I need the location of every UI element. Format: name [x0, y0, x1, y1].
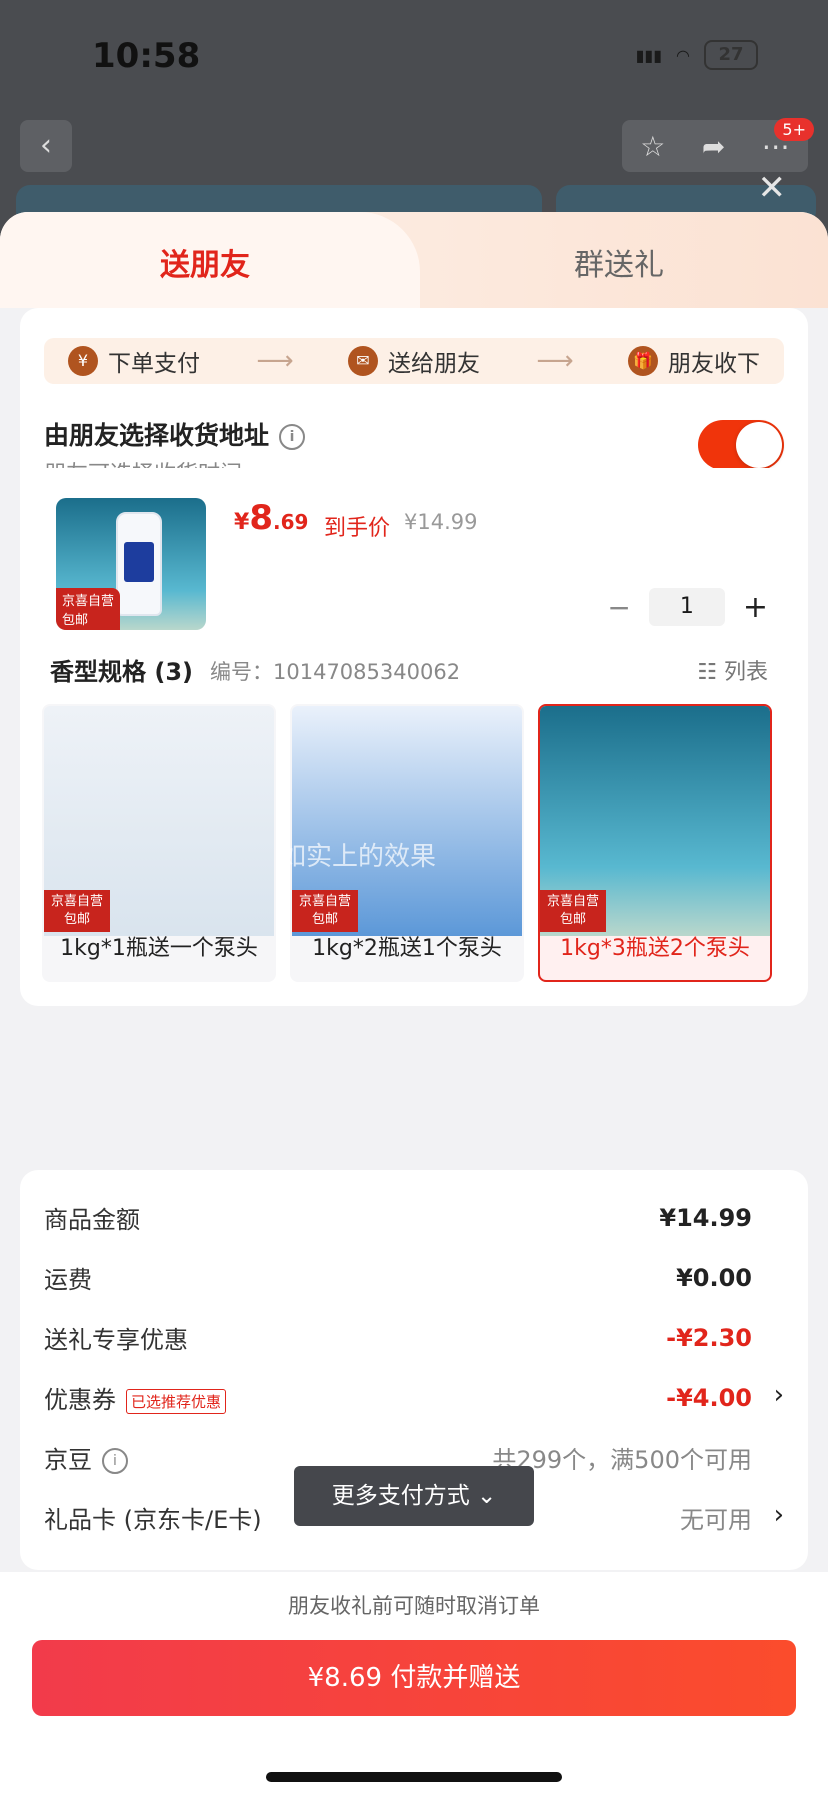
star-icon[interactable]: ☆: [640, 130, 665, 163]
address-title-text: 由朋友选择收货地址: [44, 421, 270, 450]
step-send: ✉ 送给朋友: [348, 344, 480, 378]
tag-text: 京喜自营: [62, 594, 115, 609]
tag-text: 包邮: [62, 613, 89, 628]
step-label: 送给朋友: [388, 351, 480, 377]
gift-sheet: 送朋友 群送礼 ¥ 下单支付 ⟶ ✉ 送给朋友 ⟶ 🎁 朋友收下 由朋友选择收货…: [0, 212, 828, 1795]
coupon-label: 优惠券: [44, 1386, 116, 1414]
tag-text: 京喜自营: [298, 894, 351, 909]
price-decimal: .69: [272, 510, 309, 534]
row-label: 商品金额: [44, 1206, 140, 1234]
bottle-graphic: [116, 512, 162, 616]
back-button[interactable]: ‹: [20, 120, 72, 172]
row-label: 运费: [44, 1266, 92, 1294]
step-label: 下单支付: [108, 351, 200, 377]
arrow-icon: ⟶: [536, 346, 573, 376]
message-badge: 5+: [774, 118, 814, 141]
row-label: 优惠券 已选推荐优惠: [44, 1380, 227, 1415]
signal-icon: ▮▮▮: [635, 45, 663, 65]
list-label: 列表: [723, 660, 768, 685]
tab-group-gift[interactable]: 群送礼: [574, 240, 664, 284]
ship-tag: 京喜自营 包邮: [44, 890, 110, 932]
row-label: 礼品卡 (京东卡/E卡): [44, 1506, 262, 1534]
tab-bar: 送朋友 群送礼: [0, 212, 828, 308]
chevron-left-icon: ‹: [40, 128, 52, 163]
footer-note: 朋友收礼前可随时取消订单: [288, 1594, 540, 1618]
tag-text: 京喜自营: [50, 894, 103, 909]
tag-text: 包邮: [63, 912, 90, 927]
spec-label: 1kg*1瓶送一个泵头: [60, 936, 258, 961]
jingdou-label: 京豆: [44, 1446, 92, 1474]
price-label: 到手价: [324, 516, 391, 541]
price-integer: 8: [249, 498, 273, 538]
row-value: ¥14.99: [659, 1203, 752, 1232]
address-toggle[interactable]: [698, 420, 784, 470]
step-pay: ¥ 下单支付: [68, 344, 200, 378]
yen-icon: ¥: [68, 346, 98, 376]
row-label: 京豆 i: [44, 1440, 128, 1475]
chevron-right-icon[interactable]: ›: [774, 1380, 784, 1410]
tag-text: 包邮: [559, 912, 586, 927]
spec-label: 1kg*2瓶送1个泵头: [312, 936, 502, 961]
close-icon[interactable]: ✕: [758, 168, 787, 208]
row-value: ¥0.00: [676, 1263, 752, 1292]
original-price: ¥14.99: [404, 510, 478, 534]
coupon-tag: 已选推荐优惠: [126, 1388, 227, 1414]
bottle-label: [124, 542, 154, 582]
share-icon[interactable]: ➦: [702, 130, 725, 163]
minus-icon[interactable]: −: [607, 591, 630, 624]
final-price: ¥8.69: [234, 498, 308, 538]
tab-send-friend[interactable]: 送朋友: [160, 240, 250, 284]
quantity-value[interactable]: 1: [648, 588, 725, 626]
product-tag: 京喜自营 包邮: [56, 588, 121, 630]
spec-option-1[interactable]: 京喜自营包邮 1kg*1瓶送一个泵头: [42, 704, 276, 982]
row-value: 无可用: [680, 1506, 752, 1534]
product-thumbnail[interactable]: 京喜自营 包邮: [56, 498, 206, 630]
row-label: 送礼专享优惠: [44, 1326, 188, 1354]
battery-icon: 27: [704, 40, 758, 70]
spec-code: 编号：10147085340062: [210, 660, 461, 684]
row-gift-discount: 送礼专享优惠 -¥2.30: [44, 1320, 752, 1355]
gift-icon: 🎁: [628, 346, 658, 376]
tag-text: 包邮: [311, 912, 338, 927]
watermark-text: 如实上的效果: [280, 842, 437, 872]
home-indicator: [266, 1772, 562, 1782]
toggle-knob: [736, 422, 782, 468]
step-label: 朋友收下: [668, 351, 760, 377]
row-goods-amount: 商品金额 ¥14.99: [44, 1200, 752, 1235]
status-icons: ▮▮▮ ◠ 27: [636, 40, 758, 70]
address-title: 由朋友选择收货地址 i: [44, 416, 306, 452]
ship-tag: 京喜自营 包邮: [540, 890, 606, 932]
row-shipping: 运费 ¥0.00: [44, 1260, 752, 1295]
list-icon: ☷: [697, 660, 724, 685]
quantity-stepper: − 1 +: [607, 588, 768, 626]
footer: 朋友收礼前可随时取消订单 ¥8.69 付款并赠送: [0, 1572, 828, 1795]
product-card: 京喜自营 包邮 ¥8.69 到手价 ¥14.99 − 1 + 香型规格 (3) 编…: [20, 468, 808, 1006]
row-coupon[interactable]: 优惠券 已选推荐优惠 -¥4.00: [44, 1380, 752, 1415]
price-symbol: ¥: [234, 510, 250, 535]
tag-text: 京喜自营: [546, 894, 599, 909]
arrow-icon: ⟶: [256, 346, 293, 376]
wechat-icon: ✉: [348, 346, 378, 376]
status-time: 10:58: [92, 36, 201, 76]
spec-title: 香型规格 (3): [50, 658, 193, 686]
row-value: -¥4.00: [666, 1383, 752, 1412]
pay-and-gift-button[interactable]: ¥8.69 付款并赠送: [32, 1640, 796, 1716]
info-icon[interactable]: i: [279, 424, 306, 450]
row-value: -¥2.30: [666, 1323, 752, 1352]
ship-tag: 京喜自营 包邮: [292, 890, 358, 932]
list-view-toggle[interactable]: ☷ 列表: [697, 654, 768, 686]
chevron-right-icon[interactable]: ›: [774, 1500, 784, 1530]
wifi-icon: ◠: [676, 45, 690, 65]
spec-label: 1kg*3瓶送2个泵头: [560, 936, 750, 961]
info-icon[interactable]: i: [102, 1448, 128, 1474]
more-payment-button[interactable]: 更多支付方式 ⌄: [294, 1466, 534, 1526]
gift-steps: ¥ 下单支付 ⟶ ✉ 送给朋友 ⟶ 🎁 朋友收下: [44, 338, 784, 384]
spec-option-3[interactable]: 京喜自营包邮 1kg*3瓶送2个泵头: [538, 704, 772, 982]
plus-icon[interactable]: +: [743, 590, 768, 625]
step-receive: 🎁 朋友收下: [628, 344, 760, 378]
